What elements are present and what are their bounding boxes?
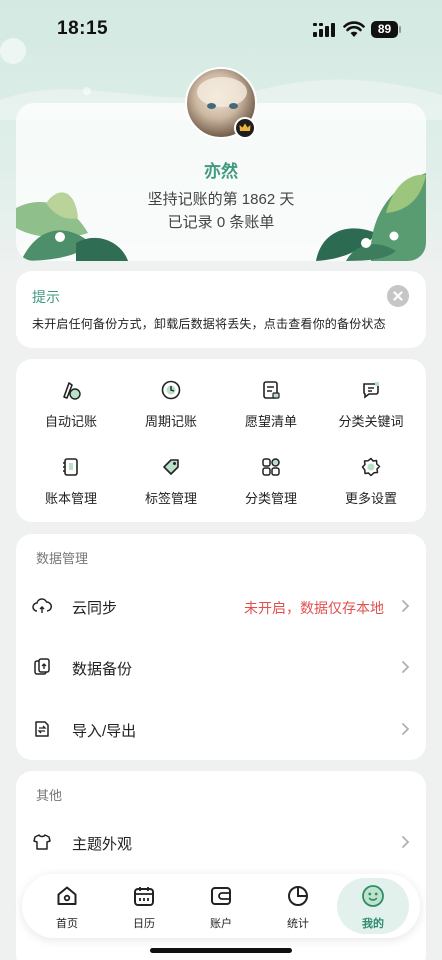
row-cloud-sync[interactable]: 云同步 未开启，数据仅存本地 xyxy=(16,582,426,632)
category-icon xyxy=(262,458,280,476)
feature-grid: 自动记账 周期记账 愿望清单 分类关键词 账本管理 标签管理 分类管理 更多设置 xyxy=(16,359,426,522)
grid-item-periodic-bookkeeping[interactable]: 周期记账 xyxy=(121,379,221,441)
tip-message: 未开启任何备份方式，卸载后数据将丢失，点击查看你的备份状态 xyxy=(32,317,386,331)
row-theme[interactable]: 主题外观 xyxy=(16,818,426,868)
calendar-icon xyxy=(134,887,154,906)
tshirt-icon xyxy=(33,834,51,850)
section-title-data: 数据管理 xyxy=(36,551,89,566)
wifi-icon xyxy=(343,21,365,37)
section-title-other: 其他 xyxy=(36,788,63,803)
status-time: 18:15 xyxy=(57,18,109,39)
grid-item-category[interactable]: 分类管理 xyxy=(221,456,321,518)
periodic-bookkeeping-icon xyxy=(161,380,181,400)
wallet-icon xyxy=(211,887,231,905)
backup-tip-card[interactable]: 提示 未开启任何备份方式，卸载后数据将丢失，点击查看你的备份状态 xyxy=(16,271,426,348)
pie-chart-icon xyxy=(288,886,308,906)
cloud-sync-status: 未开启，数据仅存本地 xyxy=(244,600,384,616)
home-icon xyxy=(57,886,77,905)
chevron-right-icon xyxy=(402,836,410,848)
grid-item-more-settings[interactable]: 更多设置 xyxy=(321,456,421,518)
cloud-sync-icon xyxy=(32,598,52,613)
grid-item-auto-bookkeeping[interactable]: 自动记账 xyxy=(21,379,121,441)
chevron-right-icon xyxy=(402,600,410,612)
wishlist-icon xyxy=(263,381,280,399)
nav-statistics[interactable]: 统计 xyxy=(258,874,338,938)
record-count-text: 已记录 0 条账单 xyxy=(167,214,275,231)
nav-calendar[interactable]: 日历 xyxy=(104,874,184,938)
battery-icon: 89 xyxy=(371,21,401,38)
import-export-icon xyxy=(35,721,49,737)
tip-title: 提示 xyxy=(32,289,60,305)
battery-level: 89 xyxy=(371,21,398,38)
category-keyword-icon xyxy=(363,382,379,399)
vip-crown-badge xyxy=(234,117,256,139)
nav-account[interactable]: 账户 xyxy=(181,874,261,938)
row-import-export[interactable]: 导入/导出 xyxy=(16,705,426,755)
tag-icon xyxy=(163,459,179,475)
nav-profile[interactable]: 我的 xyxy=(333,874,413,938)
streak-days-text: 坚持记账的第 1862 天 xyxy=(147,191,295,208)
backup-icon xyxy=(34,658,50,675)
row-data-backup[interactable]: 数据备份 xyxy=(16,643,426,693)
status-bar: 18:15 89 xyxy=(0,0,442,60)
bottom-nav: 首页 日历 账户 统计 我的 xyxy=(22,874,420,938)
data-management-card: 数据管理 云同步 未开启，数据仅存本地 数据备份 导入/导出 xyxy=(16,534,426,760)
chevron-right-icon xyxy=(402,661,410,673)
ledger-icon xyxy=(63,458,78,476)
nav-home[interactable]: 首页 xyxy=(27,874,107,938)
chevron-right-icon xyxy=(402,723,410,735)
close-icon[interactable] xyxy=(387,285,409,307)
cellular-signal-icon xyxy=(313,23,335,37)
username: 亦然 xyxy=(204,162,238,181)
smiley-icon xyxy=(362,885,384,907)
grid-item-ledger[interactable]: 账本管理 xyxy=(21,456,121,518)
grid-item-tag[interactable]: 标签管理 xyxy=(121,456,221,518)
gear-icon xyxy=(361,457,381,477)
grid-item-wishlist[interactable]: 愿望清单 xyxy=(221,379,321,441)
crown-icon xyxy=(239,123,251,131)
auto-bookkeeping-icon xyxy=(63,382,81,400)
home-indicator xyxy=(150,948,292,953)
grid-item-category-keyword[interactable]: 分类关键词 xyxy=(321,379,421,441)
